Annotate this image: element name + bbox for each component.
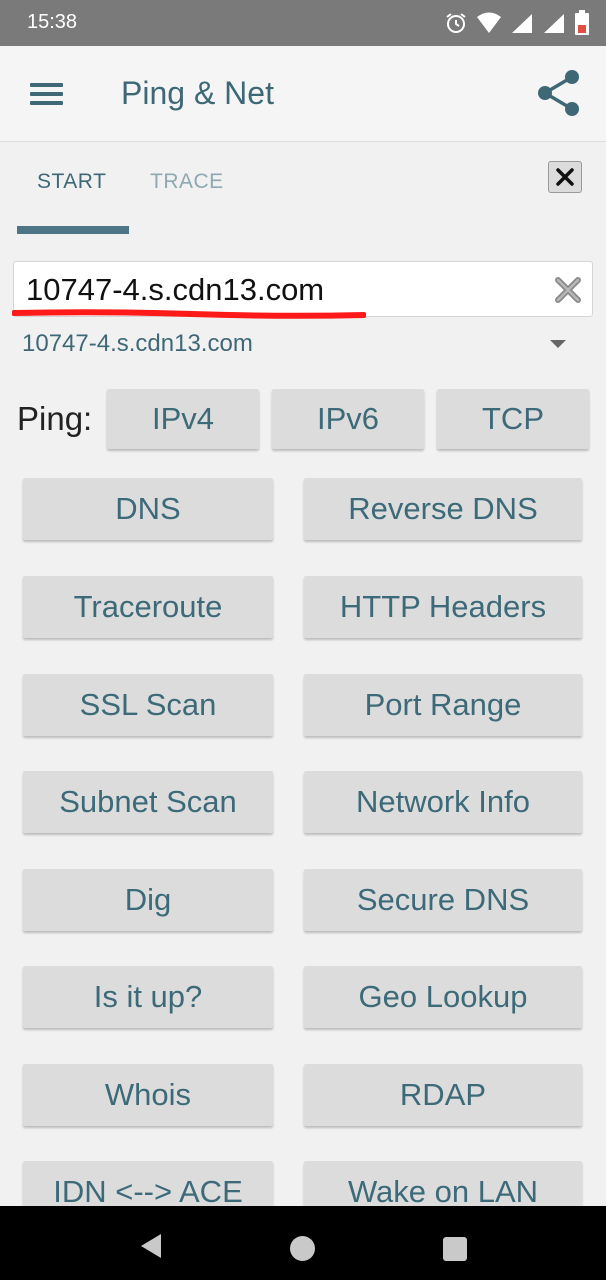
close-icon <box>556 168 574 186</box>
subnet-scan-button[interactable]: Subnet Scan <box>23 771 273 833</box>
rdap-button[interactable]: RDAP <box>304 1064 582 1126</box>
battery-icon <box>575 10 589 35</box>
dns-button[interactable]: DNS <box>23 478 273 540</box>
signal-icon <box>512 14 532 33</box>
traceroute-button[interactable]: Traceroute <box>23 576 273 638</box>
menu-icon[interactable] <box>22 74 72 114</box>
app-title: Ping & Net <box>121 75 274 111</box>
tab-trace[interactable]: TRACE <box>150 170 224 200</box>
share-icon[interactable] <box>534 68 584 118</box>
signal-icon <box>544 14 564 33</box>
status-time: 15:38 <box>27 11 78 33</box>
wifi-icon <box>477 12 501 33</box>
port-range-button[interactable]: Port Range <box>304 674 582 736</box>
status-icons <box>444 9 590 37</box>
network-info-button[interactable]: Network Info <box>304 771 582 833</box>
app-bar: Ping & Net <box>0 46 606 142</box>
clear-icon[interactable] <box>554 276 582 304</box>
whois-button[interactable]: Whois <box>23 1064 273 1126</box>
geo-lookup-button[interactable]: Geo Lookup <box>304 966 582 1028</box>
http-headers-button[interactable]: HTTP Headers <box>304 576 582 638</box>
host-input[interactable] <box>26 269 546 311</box>
chevron-down-icon[interactable] <box>548 338 568 350</box>
red-underline <box>12 309 366 319</box>
secure-dns-button[interactable]: Secure DNS <box>304 869 582 931</box>
tab-indicator <box>17 226 129 234</box>
close-button[interactable] <box>548 161 582 193</box>
ping-label: Ping: <box>17 400 93 437</box>
is-it-up-button[interactable]: Is it up? <box>23 966 273 1028</box>
reverse-dns-button[interactable]: Reverse DNS <box>304 478 582 540</box>
ping-ipv6-button[interactable]: IPv6 <box>272 389 424 449</box>
navigation-bar <box>0 1206 606 1280</box>
ping-tcp-button[interactable]: TCP <box>437 389 589 449</box>
status-bar: 15:38 <box>0 0 606 46</box>
host-history-value[interactable]: 10747-4.s.cdn13.com <box>22 330 253 358</box>
home-icon[interactable] <box>290 1236 315 1261</box>
ssl-scan-button[interactable]: SSL Scan <box>23 674 273 736</box>
tab-start[interactable]: START <box>37 170 106 200</box>
back-icon[interactable] <box>139 1232 163 1260</box>
recents-icon[interactable] <box>443 1237 467 1261</box>
ping-ipv4-button[interactable]: IPv4 <box>107 389 259 449</box>
dig-button[interactable]: Dig <box>23 869 273 931</box>
alarm-icon <box>446 13 466 33</box>
